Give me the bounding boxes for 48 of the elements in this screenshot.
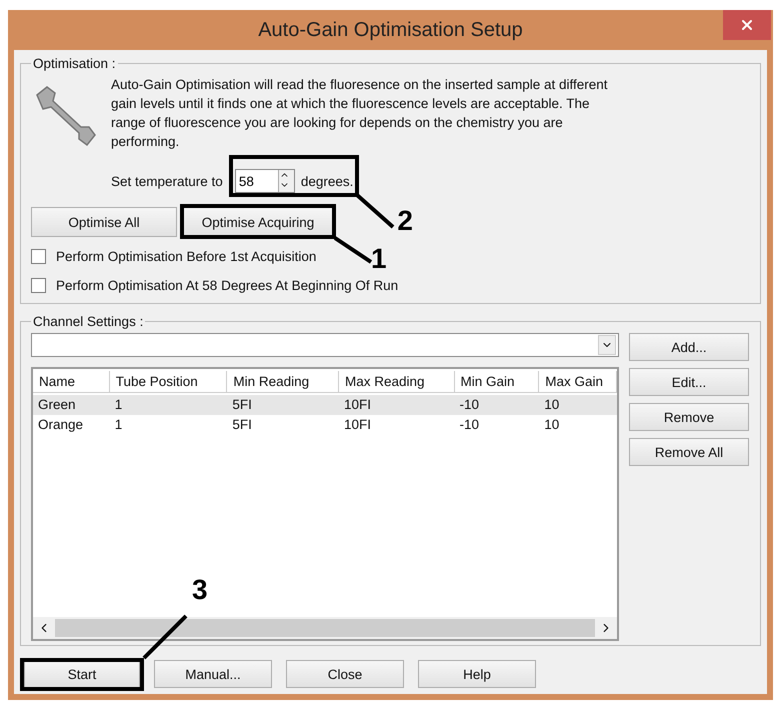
group-label: Channel Settings : [32,314,144,329]
channel-button[interactable]: Remove [629,403,749,431]
column-header[interactable]: Max Gain [539,371,617,393]
table-cell-text: 1 [114,416,124,434]
option-label: Perform Optimisation At 58 Degrees At Beginning Of Run [56,278,398,293]
close-icon [739,17,755,33]
checkbox[interactable] [31,278,46,293]
leader-line [356,194,395,228]
table-cell-text: 5FI [231,396,253,414]
channel-button[interactable]: Add... [629,333,749,361]
optimise-button[interactable]: Optimise All [31,207,177,237]
temperature-spinbox[interactable]: 58 [234,169,295,193]
column-header[interactable]: Tube Position [110,371,228,393]
table-cell-text: 10 [543,416,560,434]
group-label: Optimisation : [32,56,117,71]
table-cell-text: Orange [37,416,84,434]
close-button[interactable] [723,10,771,40]
column-header[interactable]: Max Reading [338,371,455,393]
channel-button[interactable]: Remove All [629,438,749,466]
temperature-label: Set temperature to [111,174,223,188]
unit-label: degrees. [300,174,354,188]
callout-number: 2 [397,207,413,235]
leader-line [142,614,188,660]
column-header[interactable]: Name [33,371,110,393]
table-cell-text: -10 [458,416,480,434]
horizontal-scrollbar[interactable] [33,617,617,639]
table-cell-text: Green [37,396,77,414]
window-title: Auto-Gain Optimisation Setup [258,18,523,42]
footer-button[interactable]: Close [286,660,404,688]
callout-number: 1 [371,245,387,273]
column-header[interactable]: Min Reading [227,371,339,393]
channel-button[interactable]: Edit... [629,368,749,396]
table-cell-text: 10FI [342,416,372,434]
callout-number: 3 [192,576,208,604]
table-cell-text: 10 [543,396,560,414]
table-cell-text: 5FI [231,416,253,434]
checkbox[interactable] [31,249,46,264]
column-header[interactable]: Min Gain [454,371,540,393]
leader-line [334,236,372,264]
option-label: Perform Optimisation Before 1st Acquisition [56,249,316,264]
description-text: Auto-Gain Optimisation will read the fluoresence on the inserted sample at different gain levels until it finds one at which the fluorescence levels are acceptable. The range of fluorescence you are looking for depends on the chemistry you are performing. [111,76,609,151]
footer-button[interactable]: Help [418,660,536,688]
channel-row[interactable]: Orange 1 5FI 10FI -10 10 [33,415,617,435]
footer-button[interactable]: Manual... [154,660,272,688]
table-cell-text: -10 [458,396,480,414]
table-cell-text: 1 [114,396,124,414]
channel-row[interactable]: Green 1 5FI 10FI -10 10 [33,395,617,415]
table-cell-text: 10FI [342,396,372,414]
